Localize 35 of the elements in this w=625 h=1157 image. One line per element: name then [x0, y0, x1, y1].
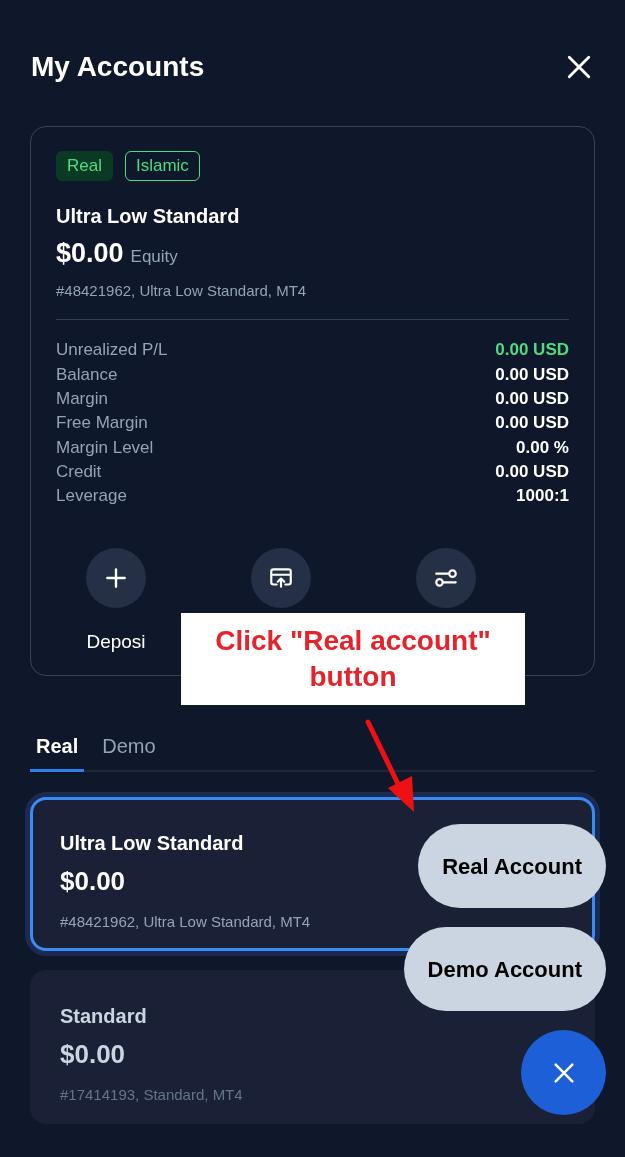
account-badge: Islamic	[124, 151, 200, 181]
close-icon	[566, 54, 592, 80]
account-amount: $0.00	[60, 1038, 126, 1071]
account-tab[interactable]: Real	[30, 731, 85, 772]
stat-value: 1000:1	[516, 485, 569, 508]
equity-amount: $0.00	[56, 237, 124, 270]
stat-label: Leverage	[56, 485, 127, 508]
annotation-callout: Click "Real account" button	[181, 613, 525, 705]
account-details: #48421962, Ultra Low Standard, MT4	[60, 912, 311, 932]
stat-label: Credit	[56, 460, 102, 483]
account-badge: Real	[56, 151, 113, 181]
account-name: Ultra Low Standard	[60, 831, 244, 856]
account-amount: $0.00	[60, 865, 126, 898]
stat-value: 0.00 USD	[495, 412, 569, 435]
stat-label: Free Margin	[56, 412, 148, 435]
account-details: #48421962, Ultra Low Standard, MT4	[56, 280, 308, 301]
stat-value: 0.00 USD	[495, 339, 569, 362]
account-details: #17414193, Standard, MT4	[60, 1085, 243, 1105]
stat-value: 0.00 USD	[495, 388, 569, 410]
stat-value: 0.00 %	[516, 436, 569, 459]
fab-option-menu[interactable]: Demo Account	[403, 927, 606, 1011]
fab-option-menu[interactable]: Real Account	[418, 824, 606, 908]
equity-label: Equity	[130, 246, 178, 268]
close-icon	[553, 1062, 574, 1083]
action-label: Deposi	[86, 630, 146, 655]
account-name: Ultra Low Standard	[56, 204, 241, 229]
account-name: Standard	[60, 1004, 147, 1029]
page-title: My Accounts	[31, 50, 205, 84]
stat-label: Balance	[56, 363, 118, 386]
stat-label: Margin	[56, 388, 108, 410]
account-tab[interactable]: Demo	[96, 731, 162, 772]
stat-label: Unrealized P/L	[56, 339, 168, 362]
stat-value: 0.00 USD	[495, 460, 569, 483]
stat-value: 0.00 USD	[495, 363, 569, 386]
stat-label: Margin Level	[56, 436, 154, 459]
